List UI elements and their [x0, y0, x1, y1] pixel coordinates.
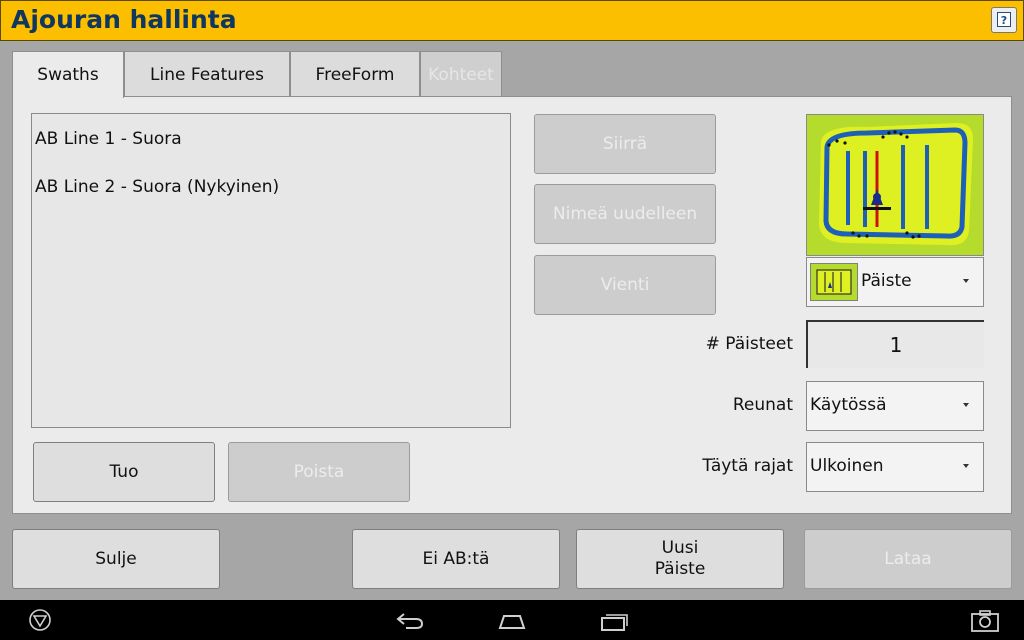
delete-button[interactable]: Poista — [228, 442, 410, 502]
tab-line-features[interactable]: Line Features — [124, 51, 290, 96]
help-button[interactable]: ? — [991, 7, 1017, 33]
list-item[interactable]: AB Line 1 - Suora — [35, 129, 182, 149]
edges-value: Käytössä — [810, 395, 887, 415]
no-ab-button[interactable]: Ei AB:tä — [352, 529, 560, 589]
new-headland-line2: Päiste — [654, 559, 706, 579]
screenshot-icon[interactable] — [970, 609, 1000, 633]
tab-kohteet: Kohteet — [420, 51, 502, 96]
rename-button[interactable]: Nimeä uudelleen — [534, 184, 716, 244]
help-icon: ? — [997, 12, 1011, 27]
recent-apps-icon[interactable] — [600, 610, 630, 632]
pattern-dropdown[interactable]: Päiste — [806, 257, 984, 307]
chevron-down-icon — [963, 403, 969, 407]
edges-dropdown[interactable]: Käytössä — [806, 381, 984, 431]
tab-freeform[interactable]: FreeForm — [290, 51, 420, 96]
close-button[interactable]: Sulje — [12, 529, 220, 589]
chevron-down-icon — [963, 464, 969, 468]
field-map-icon — [807, 115, 983, 255]
pattern-value: Päiste — [861, 271, 912, 291]
fill-boundaries-dropdown[interactable]: Ulkoinen — [806, 442, 984, 492]
chevron-down-icon — [963, 279, 969, 283]
fill-boundaries-value: Ulkoinen — [810, 456, 884, 476]
move-button[interactable]: Siirrä — [534, 114, 716, 174]
load-button[interactable]: Lataa — [804, 529, 1012, 589]
tab-swaths[interactable]: Swaths — [12, 51, 124, 98]
fill-boundaries-label: Täytä rajat — [702, 456, 793, 476]
import-button[interactable]: Tuo — [33, 442, 215, 502]
export-button[interactable]: Vienti — [534, 255, 716, 315]
home-icon[interactable] — [496, 612, 528, 630]
edges-label: Reunat — [732, 395, 793, 415]
new-headland-line1: Uusi — [661, 538, 699, 558]
new-headland-button[interactable]: Uusi Päiste — [576, 529, 784, 589]
app-logo-icon[interactable] — [28, 608, 52, 632]
swath-list[interactable]: AB Line 1 - Suora AB Line 2 - Suora (Nyk… — [31, 113, 511, 428]
headland-pattern-icon — [810, 263, 858, 301]
field-preview-image — [806, 114, 984, 256]
page-title: Ajouran hallinta — [11, 5, 237, 34]
system-nav-bar — [0, 600, 1024, 640]
headlands-count-field[interactable]: 1 — [806, 320, 984, 368]
list-item[interactable]: AB Line 2 - Suora (Nykyinen) — [35, 177, 279, 197]
title-bar: Ajouran hallinta ? — [0, 0, 1024, 41]
back-icon[interactable] — [396, 612, 424, 630]
headlands-label: # Päisteet — [705, 334, 793, 354]
